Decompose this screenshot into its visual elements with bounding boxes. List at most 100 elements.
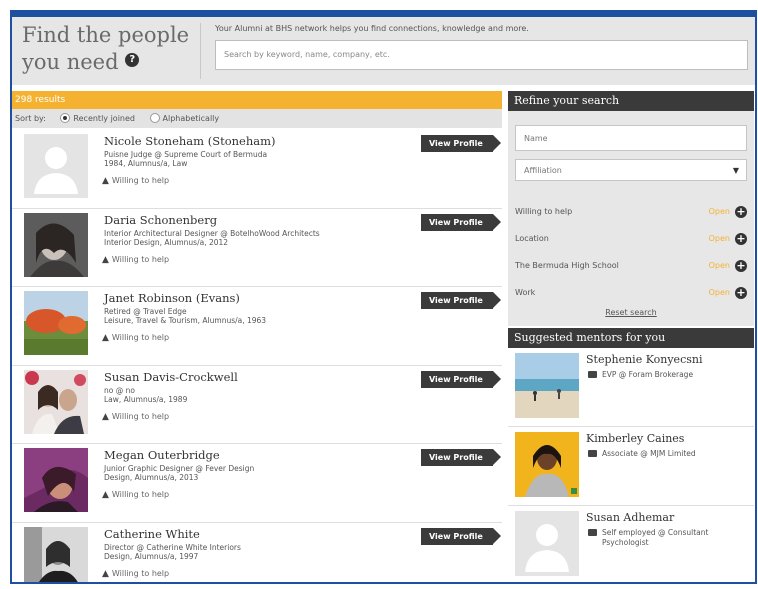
sort-label: Sort by: [15, 114, 46, 123]
sort-alpha-label[interactable]: Alphabetically [163, 114, 220, 123]
facet-label: The Bermuda High School [515, 261, 619, 270]
headline-line-1: Find the people [22, 23, 190, 47]
view-profile-button[interactable]: View Profile [421, 370, 501, 388]
willing-label: Willing to help [111, 411, 170, 421]
list-item: Susan Davis-Crockwell no @ no Law, Alumn… [12, 366, 502, 444]
results-count: 298 results [12, 91, 502, 109]
view-profile-button[interactable]: View Profile [421, 449, 501, 466]
page-title: Find the people you need ? [22, 22, 200, 76]
avatar[interactable] [24, 369, 88, 434]
avatar[interactable] [515, 511, 579, 576]
app-frame: Find the people you need ? Your Alumni a… [10, 10, 757, 584]
willing-to-help: ▲ Willing to help [102, 333, 169, 343]
plus-icon[interactable]: + [735, 260, 747, 272]
sort-alpha-radio[interactable] [149, 113, 160, 123]
person-detail: Leisure, Travel & Tourism, Alumnus/a, 19… [104, 316, 267, 325]
affiliation-label: Affiliation [524, 166, 562, 175]
handshake-icon: ▲ [102, 254, 109, 265]
willing-label: Willing to help [111, 254, 170, 264]
mentor-name[interactable]: Stephenie Konyecsni [586, 353, 702, 366]
person-role: Retired @ Travel Edge [104, 307, 187, 316]
mentor-item: Stephenie Konyecsni EVP @ Foram Brokerag… [508, 348, 754, 427]
facet-open-link[interactable]: Open [709, 205, 730, 219]
avatar[interactable] [24, 448, 88, 512]
person-name[interactable]: Nicole Stoneham (Stoneham) [104, 134, 275, 148]
person-name[interactable]: Catherine White [104, 527, 200, 541]
view-profile-button[interactable]: View Profile [421, 135, 501, 152]
mentor-name[interactable]: Kimberley Caines [586, 432, 684, 445]
person-name[interactable]: Daria Schonenberg [104, 213, 217, 227]
person-role: Junior Graphic Designer @ Fever Design [104, 464, 255, 473]
help-icon[interactable]: ? [125, 53, 140, 67]
handshake-icon: ▲ [102, 490, 109, 500]
handshake-icon: ▲ [102, 411, 109, 422]
facet-label: Location [515, 234, 549, 243]
handshake-icon: ▲ [102, 333, 109, 343]
view-profile-button[interactable]: View Profile [421, 213, 501, 231]
willing-label: Willing to help [111, 490, 170, 499]
person-role: Puisne Judge @ Supreme Court of Bermuda [104, 150, 268, 159]
facet-open-link[interactable]: Open [709, 232, 730, 246]
person-name[interactable]: Susan Davis-Crockwell [104, 370, 238, 384]
plus-icon[interactable]: + [735, 206, 747, 218]
briefcase-icon [588, 450, 597, 457]
mentor-role-text: Associate @ MJM Limited [602, 449, 696, 458]
willing-label: Willing to help [111, 176, 170, 185]
facet-work[interactable]: Work Open + [515, 286, 747, 300]
view-profile-button[interactable]: View Profile [421, 527, 501, 545]
list-item: Megan Outerbridge Junior Graphic Designe… [12, 444, 502, 523]
person-detail: Design, Alumnus/a, 1997 [104, 551, 199, 561]
person-name[interactable]: Janet Robinson (Evans) [104, 291, 240, 305]
facet-open-link[interactable]: Open [709, 259, 730, 273]
mentor-role: Self employed @ Consultant Psychologist [588, 528, 748, 548]
person-role: Interior Architectural Designer @ Botelh… [104, 228, 320, 238]
headline-line-2: you need [22, 50, 119, 74]
handshake-icon: ▲ [102, 568, 109, 579]
person-detail: Law, Alumnus/a, 1989 [104, 394, 188, 404]
person-detail: 1984, Alumnus/a, Law [104, 159, 188, 168]
willing-to-help: ▲ Willing to help [102, 569, 169, 579]
mentor-name[interactable]: Susan Adhemar [586, 511, 674, 524]
plus-icon[interactable]: + [735, 287, 747, 299]
list-item: Daria Schonenberg Interior Architectural… [12, 209, 502, 287]
willing-label: Willing to help [111, 568, 170, 578]
person-name[interactable]: Megan Outerbridge [104, 448, 220, 462]
willing-to-help: ▲ Willing to help [102, 490, 169, 500]
facet-location[interactable]: Location Open + [515, 232, 747, 246]
search-input[interactable]: Search by keyword, name, company, etc. [215, 40, 748, 70]
avatar[interactable] [515, 432, 579, 497]
mentor-item: Kimberley Caines Associate @ MJM Limited [508, 427, 754, 506]
plus-icon[interactable]: + [735, 233, 747, 245]
facet-willing-to-help[interactable]: Willing to help Open + [515, 205, 747, 219]
avatar[interactable] [24, 291, 88, 355]
facet-label: Willing to help [515, 207, 573, 216]
avatar[interactable] [515, 353, 579, 418]
refine-heading: Refine your search [508, 91, 754, 111]
sort-bar: Sort by: Recently joined Alphabetically [12, 109, 502, 128]
facet-open-link[interactable]: Open [709, 286, 730, 300]
reset-search-link[interactable]: Reset search [508, 308, 754, 317]
mentor-item: Susan Adhemar Self employed @ Consultant… [508, 506, 754, 582]
person-role: no @ no [104, 385, 135, 395]
briefcase-icon [588, 529, 597, 536]
mentors-list: Stephenie Konyecsni EVP @ Foram Brokerag… [508, 348, 754, 582]
sort-recent-label[interactable]: Recently joined [73, 114, 135, 123]
people-list: Nicole Stoneham (Stoneham) Puisne Judge … [12, 130, 502, 582]
handshake-icon: ▲ [102, 176, 109, 186]
avatar[interactable] [24, 134, 88, 198]
tagline: Your Alumni at BHS network helps you fin… [215, 24, 529, 33]
name-filter-input[interactable]: Name [515, 125, 747, 151]
view-profile-button[interactable]: View Profile [421, 292, 501, 309]
person-detail: Interior Design, Alumnus/a, 2012 [104, 237, 229, 247]
mentor-role-text: Self employed @ Consultant Psychologist [602, 528, 709, 547]
avatar[interactable] [24, 212, 88, 277]
mentor-role: Associate @ MJM Limited [588, 449, 748, 459]
willing-to-help: ▲ Willing to help [102, 412, 169, 422]
sort-recent-radio[interactable] [60, 113, 71, 123]
avatar[interactable] [24, 526, 88, 582]
affiliation-select[interactable]: Affiliation ▼ [515, 159, 747, 181]
briefcase-icon [588, 371, 597, 378]
facet-school[interactable]: The Bermuda High School Open + [515, 259, 747, 273]
list-item: Catherine White Director @ Catherine Whi… [12, 523, 502, 582]
mentor-role-text: EVP @ Foram Brokerage [602, 370, 694, 379]
